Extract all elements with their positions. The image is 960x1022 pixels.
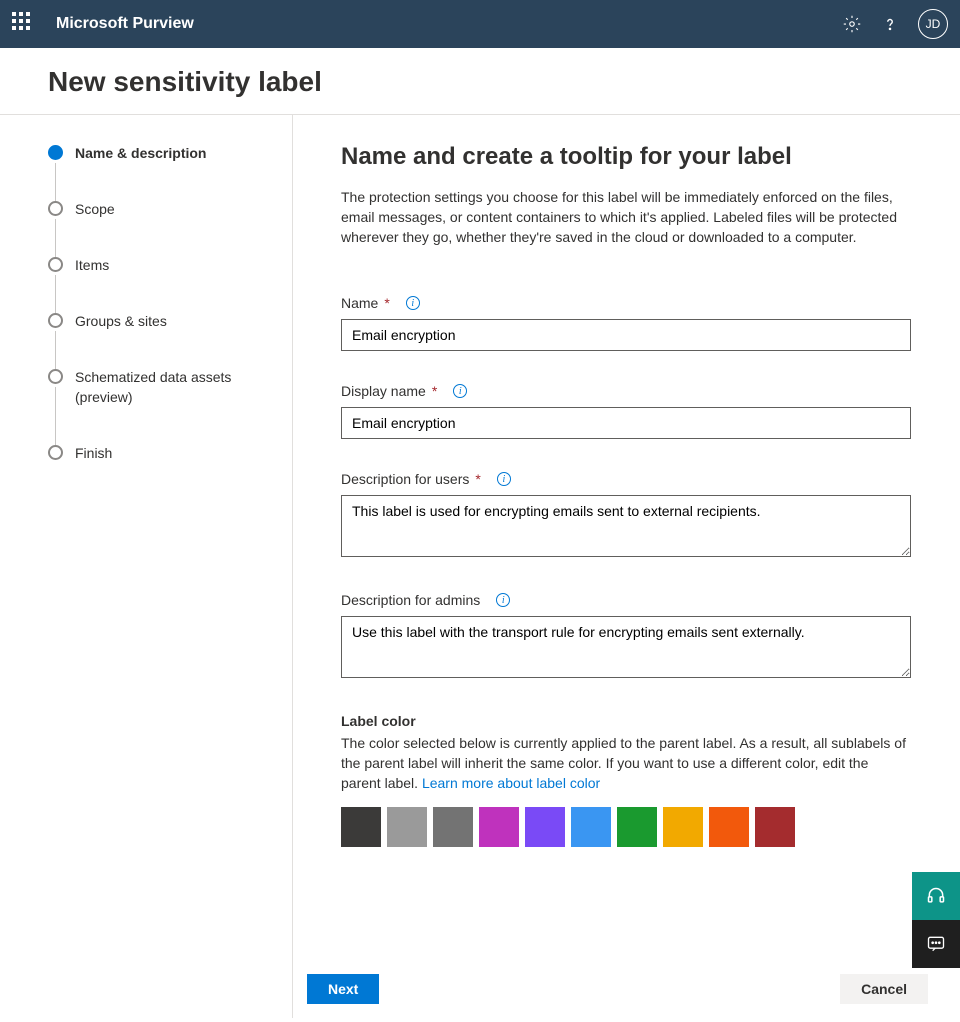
step-label: Items [75, 255, 109, 275]
desc-users-field[interactable] [341, 495, 911, 557]
display-name-label: Display name [341, 383, 426, 399]
color-swatch[interactable] [387, 807, 427, 847]
content-intro: The protection settings you choose for t… [341, 187, 911, 247]
app-title: Microsoft Purview [56, 15, 842, 33]
color-swatch[interactable] [341, 807, 381, 847]
headset-icon[interactable] [912, 872, 960, 920]
wizard-step[interactable]: Groups & sites [48, 311, 272, 367]
content-heading: Name and create a tooltip for your label [341, 143, 928, 171]
desc-admins-field[interactable] [341, 616, 911, 678]
desc-admins-label: Description for admins [341, 592, 480, 608]
color-swatch[interactable] [433, 807, 473, 847]
info-icon[interactable]: i [497, 472, 511, 486]
gear-icon[interactable] [842, 14, 862, 34]
wizard-step[interactable]: Scope [48, 199, 272, 255]
wizard-step[interactable]: Items [48, 255, 272, 311]
page-title: New sensitivity label [0, 48, 960, 114]
color-swatch[interactable] [755, 807, 795, 847]
step-dot-icon [48, 201, 63, 216]
wizard-step[interactable]: Name & description [48, 143, 272, 199]
step-label: Scope [75, 199, 115, 219]
label-color-link[interactable]: Learn more about label color [422, 775, 600, 791]
wizard-footer: Next Cancel [293, 964, 960, 1018]
step-dot-icon [48, 313, 63, 328]
step-dot-icon [48, 257, 63, 272]
content-area: Name and create a tooltip for your label… [293, 115, 960, 1018]
feedback-icon[interactable] [912, 920, 960, 968]
color-swatch[interactable] [709, 807, 749, 847]
name-label: Name [341, 295, 378, 311]
step-label: Finish [75, 443, 112, 463]
step-label: Schematized data assets (preview) [75, 367, 272, 407]
app-launcher-icon[interactable] [12, 12, 36, 36]
step-dot-icon [48, 369, 63, 384]
cancel-button[interactable]: Cancel [840, 974, 928, 1004]
step-dot-icon [48, 145, 63, 160]
required-marker: * [432, 383, 437, 399]
desc-users-label: Description for users [341, 471, 469, 487]
color-swatch[interactable] [571, 807, 611, 847]
top-bar: Microsoft Purview JD [0, 0, 960, 48]
label-color-title: Label color [341, 713, 911, 729]
next-button[interactable]: Next [307, 974, 379, 1004]
help-icon[interactable] [880, 14, 900, 34]
color-swatch[interactable] [525, 807, 565, 847]
wizard-step[interactable]: Schematized data assets (preview) [48, 367, 272, 443]
step-label: Name & description [75, 143, 206, 163]
avatar[interactable]: JD [918, 9, 948, 39]
step-label: Groups & sites [75, 311, 167, 331]
color-swatch[interactable] [617, 807, 657, 847]
wizard-step[interactable]: Finish [48, 443, 272, 463]
info-icon[interactable]: i [496, 593, 510, 607]
display-name-field[interactable] [341, 407, 911, 439]
wizard-sidebar: Name & description Scope Items Groups & sit… [0, 115, 293, 1018]
color-swatch[interactable] [479, 807, 519, 847]
required-marker: * [384, 295, 389, 311]
info-icon[interactable]: i [453, 384, 467, 398]
step-dot-icon [48, 445, 63, 460]
info-icon[interactable]: i [406, 296, 420, 310]
name-field[interactable] [341, 319, 911, 351]
required-marker: * [475, 471, 480, 487]
color-swatch[interactable] [663, 807, 703, 847]
